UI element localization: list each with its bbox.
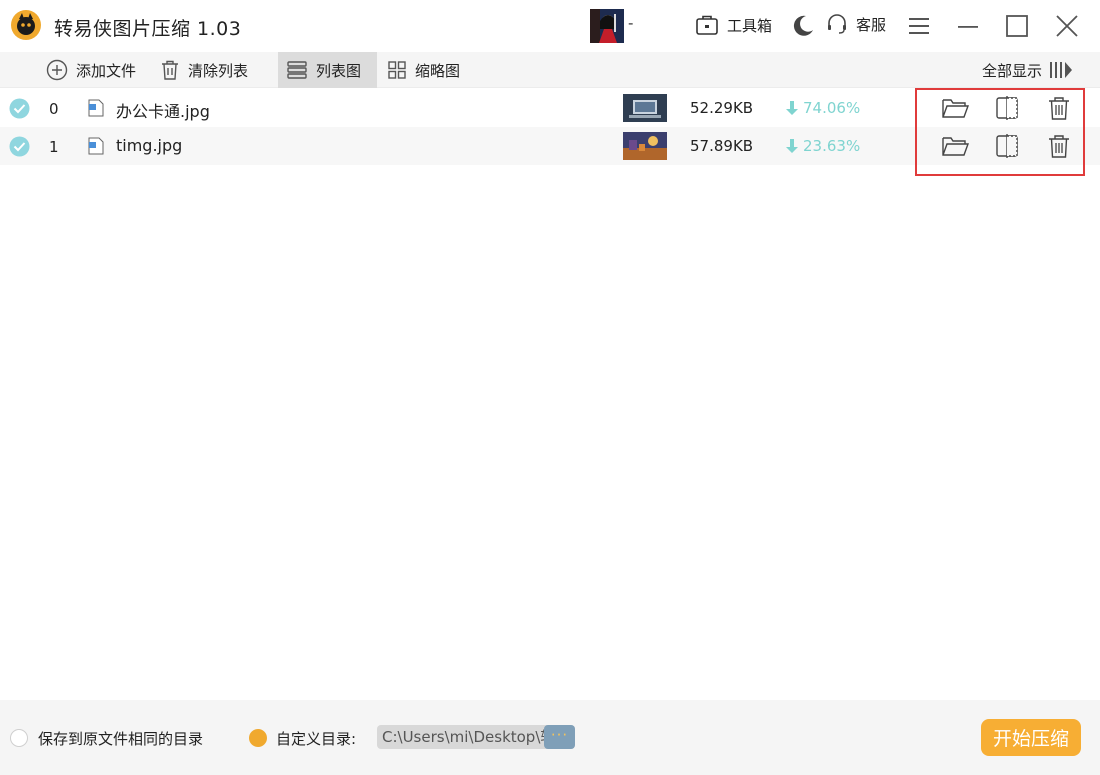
compare-icon[interactable] [993,133,1021,159]
custom-dir-radio[interactable] [249,729,267,747]
file-name: timg.jpg [116,136,183,155]
file-index: 0 [49,100,59,118]
customer-service-button[interactable]: 客服 [826,13,886,35]
title-bar: 转易侠图片压缩 1.03 - 工具箱 客服 [0,0,1100,52]
moon-icon[interactable] [789,13,815,39]
ratio-value: 74.06% [803,99,861,117]
grid-icon [388,61,406,79]
add-file-button[interactable]: 添加文件 [38,52,144,88]
check-circle-icon[interactable] [9,98,30,119]
thumbnail-view-label: 缩略图 [415,61,461,80]
toolbox-label: 工具箱 [727,16,773,35]
image-file-icon [88,99,104,117]
clear-list-button[interactable]: 清除列表 [152,52,256,88]
show-all-button[interactable]: 全部显示 [974,52,1082,88]
image-file-icon [88,137,104,155]
list-view-icon [287,61,307,79]
file-row[interactable]: 0 办公卡通.jpg 52.29KB 74.06% [0,89,1100,127]
arrow-down-icon [786,139,798,153]
file-index: 1 [49,138,59,156]
browse-path-button[interactable]: ··· [544,725,575,749]
arrow-down-icon [786,101,798,115]
headset-icon [828,14,846,34]
trash-icon [162,60,178,80]
file-name: 办公卡通.jpg [116,102,210,121]
compression-ratio: 74.06% [785,99,860,117]
clear-list-label: 清除列表 [188,61,249,80]
delete-icon[interactable] [1045,133,1073,159]
compression-ratio: 23.63% [785,137,860,155]
app-logo-icon [11,10,41,40]
service-label: 客服 [856,15,887,34]
toolbox-icon [696,15,718,35]
start-compress-button[interactable]: 开始压缩 [981,719,1081,756]
file-thumbnail [623,132,667,160]
compare-icon[interactable] [993,95,1021,121]
thumbnail-image [623,94,667,122]
maximize-icon[interactable] [1004,13,1030,39]
check-circle-icon[interactable] [9,136,30,157]
thumbnail-image [623,132,667,160]
add-circle-icon [46,59,68,81]
user-avatar[interactable] [590,9,624,43]
show-all-label: 全部显示 [981,61,1042,80]
close-icon[interactable] [1054,13,1080,39]
minimize-icon[interactable] [955,14,981,38]
app-window: 转易侠图片压缩 1.03 - 工具箱 客服 添加文件 清除列表 列表图 缩略图 … [0,0,1100,775]
thumbnail-view-tab[interactable]: 缩略图 [379,52,468,88]
file-row[interactable]: 1 timg.jpg 57.89KB 23.63% [0,127,1100,165]
show-all-icon [1050,62,1072,78]
file-list: 0 办公卡通.jpg 52.29KB 74.06% 1 timg.jpg 57.… [0,89,1100,165]
save-same-dir-label: 保存到原文件相同的目录 [38,730,204,748]
add-file-label: 添加文件 [76,61,137,80]
ratio-value: 23.63% [803,137,861,155]
file-size: 52.29KB [690,99,754,117]
list-view-tab[interactable]: 列表图 [278,52,377,88]
file-thumbnail [623,94,667,122]
open-folder-icon[interactable] [941,133,969,159]
file-size: 57.89KB [690,137,754,155]
open-folder-icon[interactable] [941,95,969,121]
bottom-bar: 保存到原文件相同的目录 自定义目录: C:\Users\mi\Desktop\转… [0,700,1100,775]
toolbox-button[interactable]: 工具箱 [695,13,772,37]
custom-dir-label: 自定义目录: [276,730,357,748]
menu-icon[interactable] [906,14,932,38]
toolbar: 添加文件 清除列表 列表图 缩略图 全部显示 [0,52,1100,88]
app-title: 转易侠图片压缩 1.03 [54,18,242,40]
list-view-label: 列表图 [316,61,362,80]
save-same-dir-radio[interactable] [10,729,28,747]
delete-icon[interactable] [1045,95,1073,121]
avatar-image [590,9,624,43]
user-name: - [628,14,634,32]
